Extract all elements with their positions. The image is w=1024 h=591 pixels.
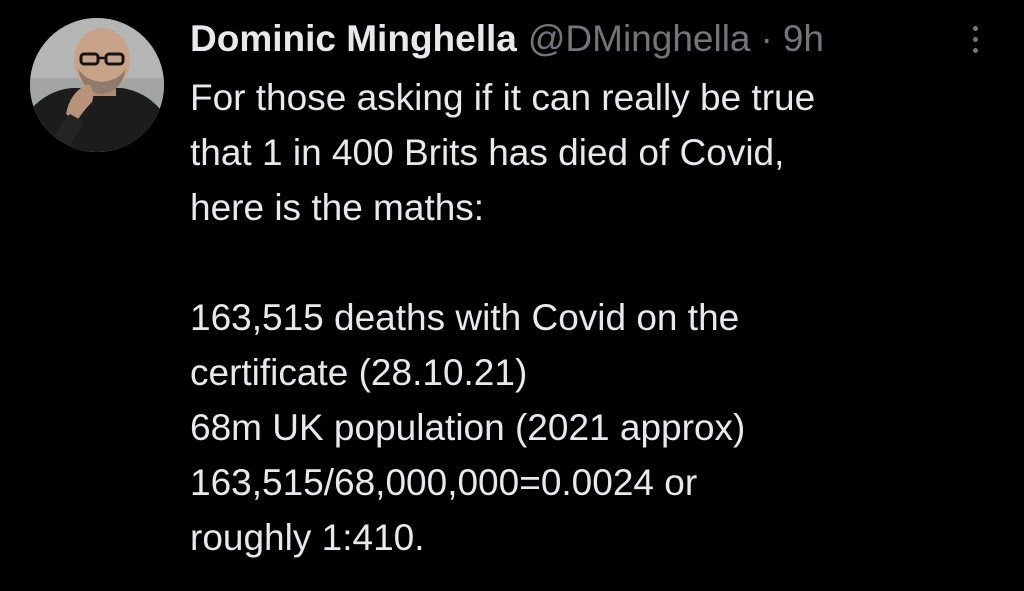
more-dot xyxy=(972,25,978,31)
tweet-text-line: For those asking if it can really be tru… xyxy=(190,77,816,118)
avatar-photo xyxy=(30,18,164,152)
tweet-text-line: roughly 1:410. xyxy=(190,517,425,558)
tweet-timestamp[interactable]: 9h xyxy=(783,14,824,64)
tweet[interactable]: Dominic Minghella @DMinghella · 9h For t… xyxy=(0,0,1024,591)
tweet-text-line: here is the maths: xyxy=(190,187,485,228)
more-dot xyxy=(972,36,978,42)
tweet-text-line: that 1 in 400 Brits has died of Covid, xyxy=(190,132,785,173)
tweet-text-line: 163,515 deaths with Covid on the xyxy=(190,297,740,338)
tweet-text-line: 163,515/68,000,000=0.0024 or xyxy=(190,462,698,503)
more-vertical-icon[interactable] xyxy=(958,22,992,56)
tweet-text-line: 68m UK population (2021 approx) xyxy=(190,407,746,448)
header-separator: · xyxy=(760,18,773,59)
avatar[interactable] xyxy=(30,18,164,152)
paragraph-break xyxy=(190,235,990,290)
tweet-text-line: certificate (28.10.21) xyxy=(190,352,528,393)
tweet-text: For those asking if it can really be tru… xyxy=(190,70,990,565)
more-dot xyxy=(972,47,978,53)
tweet-header: Dominic Minghella @DMinghella · 9h xyxy=(190,14,824,64)
author-display-name[interactable]: Dominic Minghella xyxy=(190,14,517,64)
author-handle[interactable]: @DMinghella xyxy=(528,14,751,64)
